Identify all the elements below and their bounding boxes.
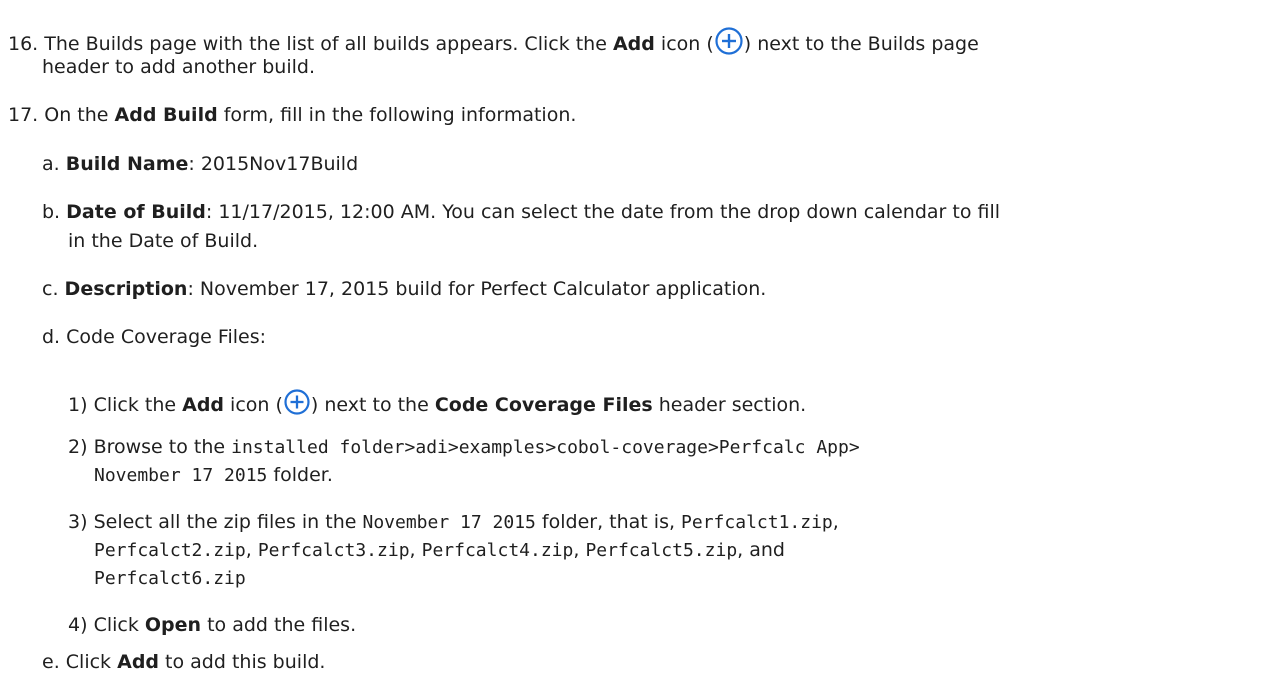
substep-d2-cont: November 17 2015 folder. bbox=[94, 464, 333, 486]
step-16-line-1: 16. The Builds page with the list of all… bbox=[8, 26, 979, 56]
substep-d1: 1) Click the Add icon () next to the Cod… bbox=[68, 388, 806, 417]
substep-d3-cont-2: Perfcalct6.zip bbox=[94, 568, 246, 589]
substep-e: e. Click Add to add this build. bbox=[42, 651, 326, 673]
substep-d2: 2) Browse to the installed folder>adi>ex… bbox=[68, 436, 860, 458]
step-17-line: 17. On the Add Build form, fill in the f… bbox=[8, 104, 577, 126]
step-number: 16. bbox=[8, 33, 39, 55]
substep-d3: 3) Select all the zip files in the Novem… bbox=[68, 511, 839, 533]
substep-b-cont: in the Date of Build. bbox=[68, 230, 259, 252]
substep-a: a. Build Name: 2015Nov17Build bbox=[42, 153, 359, 175]
substep-c: c. Description: November 17, 2015 build … bbox=[42, 278, 767, 300]
substep-d3-cont-1: Perfcalct2.zip, Perfcalct3.zip, Perfcalc… bbox=[94, 539, 785, 561]
step-16-line-2: header to add another build. bbox=[42, 56, 315, 78]
substep-d: d. Code Coverage Files: bbox=[42, 326, 266, 348]
step-number: 17. bbox=[8, 104, 39, 126]
substep-d4: 4) Click Open to add the files. bbox=[68, 614, 357, 636]
add-circle-icon bbox=[283, 388, 311, 416]
add-circle-icon bbox=[714, 26, 744, 56]
substep-b: b. Date of Build: 11/17/2015, 12:00 AM. … bbox=[42, 201, 1001, 223]
